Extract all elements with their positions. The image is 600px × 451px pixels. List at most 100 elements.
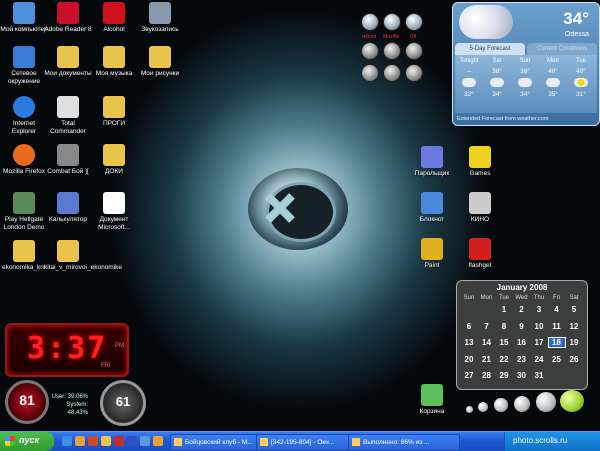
icon-games[interactable]: Games <box>456 146 504 178</box>
icon-paint[interactable]: Paint <box>408 238 456 270</box>
tab-forecast[interactable]: 5-Day Forecast <box>455 43 525 55</box>
icon-network[interactable]: Сетевое окружение <box>0 46 48 86</box>
calendar-day[interactable]: 31 <box>531 371 547 380</box>
taskbar: пуск Бойцовский клуб - М... [342-195-804… <box>0 431 600 451</box>
icon-total-commander[interactable]: Total Commander <box>44 96 92 136</box>
quicklaunch-icon[interactable] <box>140 436 150 446</box>
icon-my-music[interactable]: Моя музыка <box>90 46 138 78</box>
reboot-button[interactable] <box>361 13 379 31</box>
icon-calculator[interactable]: Калькулятор <box>44 192 92 224</box>
calendar-day[interactable]: 23 <box>514 355 530 364</box>
icon-word-document[interactable]: Документ Microsoft... <box>90 192 138 232</box>
calendar-day[interactable]: 4 <box>549 305 565 314</box>
calendar-day[interactable]: 10 <box>531 322 547 331</box>
calendar-day[interactable]: 19 <box>566 338 582 347</box>
cloud-icon <box>462 78 476 87</box>
calendar-day[interactable]: 27 <box>461 371 477 380</box>
calendar-day[interactable]: 26 <box>566 355 582 364</box>
task-button[interactable]: Бойцовский клуб - М... <box>170 434 266 451</box>
cloud-icon <box>490 78 504 87</box>
orb <box>560 390 584 412</box>
launcher-slot-button[interactable] <box>383 64 401 82</box>
icon-alcohol[interactable]: Alcohol <box>90 2 138 34</box>
watermark-text: photo.scrolls.ru <box>513 436 568 445</box>
calendar-day[interactable]: 6 <box>461 322 477 331</box>
icon-recycle-bin[interactable]: Корзина <box>408 384 456 416</box>
orb <box>478 402 488 412</box>
calendar-day[interactable]: 2 <box>514 305 530 314</box>
calendar-day[interactable]: 24 <box>531 355 547 364</box>
icon-firefox[interactable]: Mozilla Firefox <box>0 144 48 176</box>
icon-parolshchik[interactable]: Парольщик <box>408 146 456 178</box>
ie-quicklaunch-icon[interactable] <box>62 436 72 446</box>
calendar-day[interactable]: 25 <box>549 355 565 364</box>
task-button[interactable]: Выполнено: 86% из ... <box>348 434 460 451</box>
weather-gadget[interactable]: 34° Odessa 5-Day Forecast Current Condit… <box>452 2 600 126</box>
off-button[interactable] <box>405 13 423 31</box>
quicklaunch-icon[interactable] <box>75 436 85 446</box>
icon-hellgate[interactable]: Play Hellgate London Demo <box>0 192 48 232</box>
launcher-slot-button[interactable] <box>405 64 423 82</box>
calendar-day[interactable]: 28 <box>479 371 495 380</box>
calendar-today[interactable]: 18 <box>547 337 566 348</box>
calendar-day[interactable]: 5 <box>566 305 582 314</box>
calendar-day[interactable]: 1 <box>496 305 512 314</box>
icon-kitai-folder[interactable]: kitai_v_mirovoi_ekonomike <box>44 240 122 272</box>
calendar-day[interactable]: 16 <box>514 338 530 347</box>
tab-conditions[interactable]: Current Conditions <box>527 43 597 55</box>
launcher-slot-button[interactable] <box>361 64 379 82</box>
icon-adobe-reader[interactable]: Adobe Reader 8 <box>44 2 92 34</box>
icon-my-documents[interactable]: Мои документы <box>44 46 92 78</box>
icon-kino[interactable]: КИНО <box>456 192 504 224</box>
game-icon <box>13 192 35 214</box>
calendar-day[interactable]: 21 <box>479 355 495 364</box>
calendar-day[interactable]: 22 <box>496 355 512 364</box>
document-icon <box>103 192 125 214</box>
calendar-day[interactable]: 11 <box>549 322 565 331</box>
digital-clock: 3:37 PM FRI <box>5 323 129 377</box>
icon-notepad[interactable]: Блокнот <box>408 192 456 224</box>
task-button[interactable]: [342-195-804] - Окн... <box>256 434 358 451</box>
desktop: Мой компьютер Adobe Reader 8 Alcohol Зву… <box>0 0 600 431</box>
icon-progi-folder[interactable]: ПРОГИ <box>90 96 138 128</box>
calendar-day[interactable]: 29 <box>496 371 512 380</box>
flashget-icon <box>469 238 491 260</box>
mozilla-button[interactable] <box>383 13 401 31</box>
icon-my-computer[interactable]: Мой компьютер <box>0 2 48 34</box>
icon-sound-recorder[interactable]: Звукозапись <box>136 2 184 34</box>
icon-internet-explorer[interactable]: Internet Explorer <box>0 96 48 136</box>
calendar-gadget[interactable]: January 2008 Sun Mon Tue Wed Thu Fri Sat 1 2 3 4 5 6… <box>456 280 588 390</box>
icon-combat[interactable]: Combat Бой ][ <box>44 144 92 176</box>
icon-flashget[interactable]: flashget <box>456 238 504 270</box>
microphone-icon <box>149 2 171 24</box>
window-icon <box>174 438 182 446</box>
quicklaunch-icon[interactable] <box>88 436 98 446</box>
calendar-day[interactable]: 30 <box>514 371 530 380</box>
calendar-day[interactable]: 14 <box>479 338 495 347</box>
weather-city: Odessa <box>564 31 589 38</box>
calendar-day[interactable]: 20 <box>461 355 477 364</box>
calendar-day[interactable]: 12 <box>566 322 582 331</box>
icon-doki-folder[interactable]: ДОКИ <box>90 144 138 176</box>
start-button[interactable]: пуск <box>0 432 54 451</box>
icon-my-pictures[interactable]: Мои рисунки <box>136 46 184 78</box>
calendar-day[interactable]: 8 <box>496 322 512 331</box>
calendar-day[interactable]: 9 <box>514 322 530 331</box>
calendar-day[interactable]: 3 <box>531 305 547 314</box>
calendar-day[interactable]: 7 <box>479 322 495 331</box>
quicklaunch-icon[interactable] <box>101 436 111 446</box>
paint-icon <box>421 238 443 260</box>
calendar-day[interactable]: 15 <box>496 338 512 347</box>
quicklaunch-icon[interactable] <box>153 436 163 446</box>
quicklaunch-icon[interactable] <box>114 436 124 446</box>
quicklaunch-icon[interactable] <box>127 436 137 446</box>
orb <box>514 396 530 412</box>
window-icon <box>260 438 268 446</box>
weather-footer-link[interactable]: Extended Forecast from weather.com <box>457 116 548 122</box>
launcher-slot-button[interactable] <box>405 42 423 60</box>
calendar-day[interactable]: 13 <box>461 338 477 347</box>
icon-ekonomika-folder[interactable]: ekonomika_knr <box>0 240 48 272</box>
calendar-day[interactable]: 17 <box>531 338 547 347</box>
launcher-slot-button[interactable] <box>383 42 401 60</box>
launcher-slot-button[interactable] <box>361 42 379 60</box>
